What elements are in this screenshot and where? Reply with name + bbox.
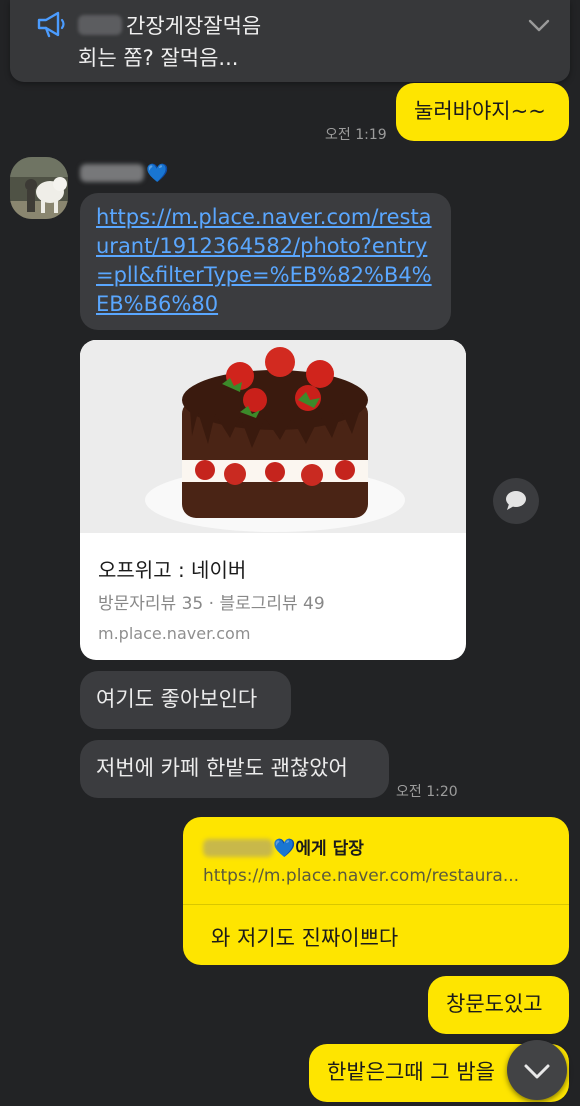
speech-bubble-icon — [506, 491, 526, 510]
message-text: 저번에 카페 한밭도 괜찮았어 — [96, 756, 348, 780]
dog-photo-icon — [10, 157, 68, 219]
link-preview-card[interactable]: 오프위고 : 네이버 방문자리뷰 35 · 블로그리뷰 49 m.place.n… — [80, 340, 466, 660]
blurred-sender-name — [80, 164, 144, 182]
preview-title: 오프위고 : 네이버 — [98, 558, 247, 582]
link-message-bubble[interactable]: https://m.place.naver.com/restaurant/191… — [80, 193, 451, 330]
reply-message-bubble[interactable]: 💙에게 답장 https://m.place.naver.com/restaur… — [183, 817, 569, 965]
share-button[interactable] — [493, 478, 539, 524]
pinned-notice[interactable]: 간장게장잘먹음 회는 쫌? 잘먹음... — [10, 0, 570, 82]
strawberry-cake-icon — [80, 340, 466, 533]
chevron-down-icon[interactable] — [526, 12, 552, 38]
message-text: 여기도 좋아보인다 — [96, 687, 258, 711]
chevron-down-icon — [524, 1064, 550, 1079]
blurred-reply-name — [203, 839, 273, 857]
notice-blurred-name — [78, 15, 122, 35]
notice-line2: 회는 쫌? 잘먹음... — [78, 46, 239, 70]
their-message-bubble[interactable]: 여기도 좋아보인다 — [80, 671, 291, 729]
message-text: 한밭은그때 그 밤을 — [327, 1060, 495, 1084]
scroll-to-bottom-button[interactable] — [507, 1040, 567, 1100]
message-text: 와 저기도 진짜이쁘다 — [211, 926, 399, 950]
message-text: 눌러바야지~~ — [414, 99, 546, 123]
cake-image — [80, 340, 466, 533]
reply-divider — [183, 904, 569, 905]
message-time: 오전 1:19 — [325, 127, 387, 143]
message-link[interactable]: https://m.place.naver.com/restaurant/191… — [96, 203, 441, 319]
avatar[interactable] — [10, 157, 68, 219]
reply-to-label: 에게 답장 — [295, 839, 364, 859]
megaphone-icon — [37, 11, 65, 38]
my-message-bubble[interactable]: 창문도있고 — [428, 976, 569, 1034]
sender-name: 💙 — [80, 163, 168, 187]
message-text: 창문도있고 — [446, 992, 543, 1016]
blue-heart-icon: 💙 — [146, 163, 169, 184]
quoted-message[interactable]: https://m.place.naver.com/restaura... — [203, 865, 519, 887]
my-message-bubble[interactable]: 눌러바야지~~ — [396, 83, 569, 141]
preview-subtitle: 방문자리뷰 35 · 블로그리뷰 49 — [98, 594, 325, 614]
notice-line1: 간장게장잘먹음 — [126, 14, 262, 38]
their-message-bubble[interactable]: 저번에 카페 한밭도 괜찮았어 — [80, 740, 389, 798]
blue-heart-icon: 💙 — [273, 838, 296, 859]
preview-domain: m.place.naver.com — [98, 624, 251, 643]
message-time: 오전 1:20 — [396, 784, 458, 800]
